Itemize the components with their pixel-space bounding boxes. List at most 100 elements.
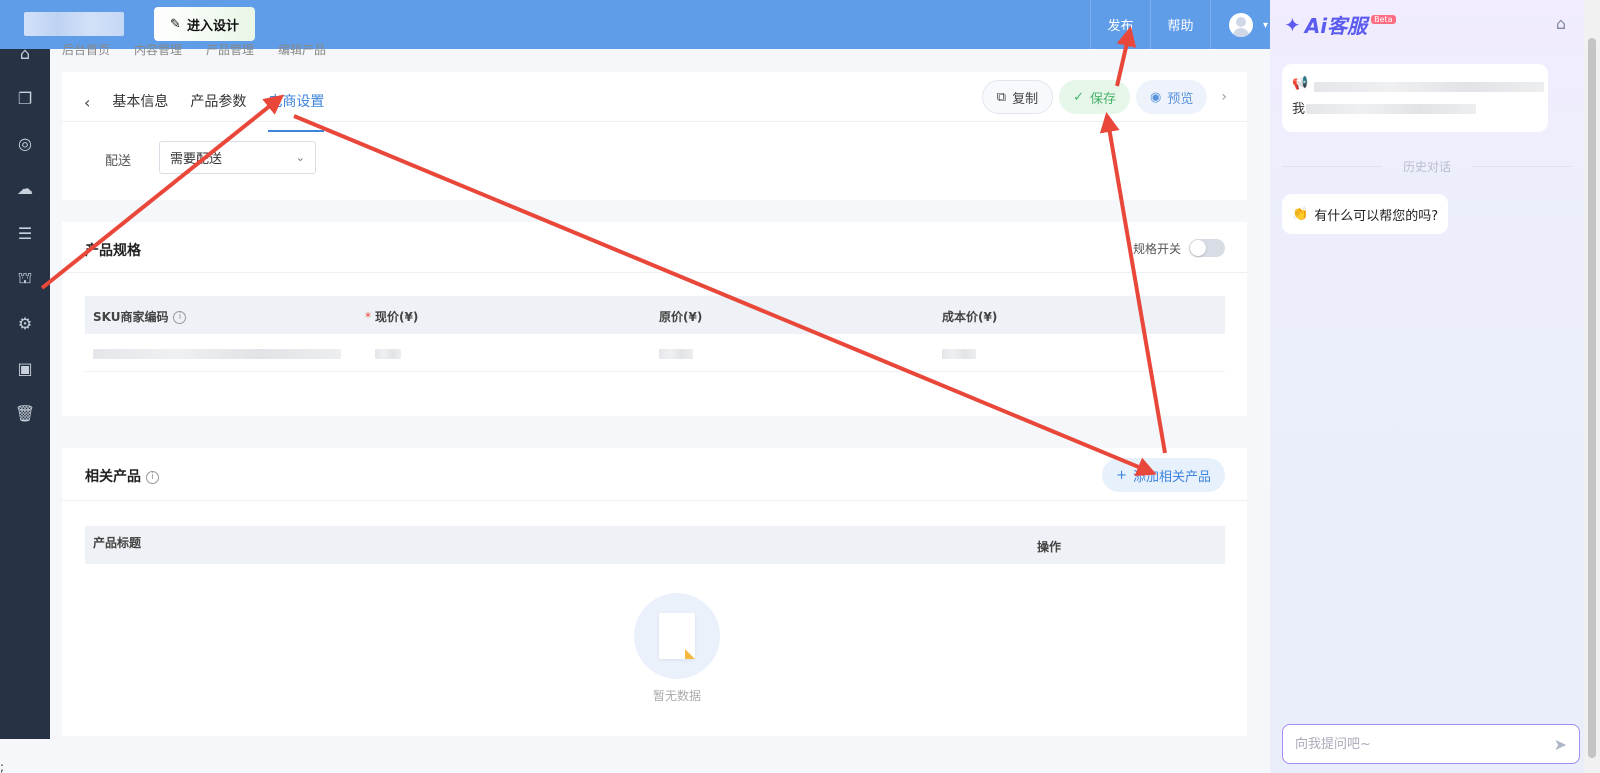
avatar — [1228, 12, 1253, 37]
section-title: 相关产品 i — [85, 466, 159, 486]
assistant-brand: Ai客服 — [1304, 14, 1368, 38]
enter-design-button[interactable]: ✎ 进入设计 — [154, 7, 255, 41]
spec-switch-group: 规格开关 — [1133, 239, 1225, 257]
publish-link[interactable]: 发布 — [1090, 0, 1150, 49]
info-icon[interactable]: i — [173, 311, 187, 324]
delivery-select[interactable]: 需要配送 ⌄ — [159, 141, 316, 174]
spec-table-header: SKU商家编码 i * 现价(¥) 原价(¥) 成本价(¥) — [85, 296, 1225, 334]
action-bar: ⧉ 复制 ✓ 保存 ◉ 预览 › — [981, 80, 1227, 114]
tab-bar: ‹ 基本信息 产品参数 电商设置 — [84, 84, 325, 132]
ai-assistant-panel: ✦ Ai客服 Beta ⌂ 📢 我 历史对话 👏 有什么可以帮您的吗? ➤ — [1270, 0, 1584, 773]
chat-input-box: ➤ — [1282, 724, 1580, 764]
check-circle-icon: ✓ — [1073, 89, 1085, 105]
divider — [62, 121, 1247, 122]
scrollbar-thumb[interactable] — [1588, 38, 1596, 758]
copy-label: 复制 — [1012, 91, 1039, 107]
breadcrumb-item: 编辑产品 — [278, 43, 327, 57]
divider — [62, 272, 1247, 273]
column-header: 原价(¥) — [659, 310, 703, 324]
list-icon[interactable]: ☰ — [0, 215, 50, 251]
column-header: SKU商家编码 i — [93, 308, 187, 325]
pages-icon[interactable]: ❐ — [0, 80, 50, 116]
chevron-down-icon: ▾ — [1262, 20, 1268, 31]
assistant-logo: ✦ Ai客服 Beta — [1284, 10, 1396, 39]
history-divider[interactable]: 历史对话 — [1282, 158, 1572, 175]
terminal-icon[interactable]: ▣ — [0, 350, 50, 386]
shop-bag-icon[interactable]: ⛫ — [0, 260, 50, 296]
product-spec-card: 产品规格 规格开关 SKU商家编码 i * 现价(¥) 原价(¥) 成本价(¥) — [62, 222, 1247, 416]
message-prefix: 我 — [1292, 102, 1306, 117]
empty-illustration — [634, 593, 720, 679]
related-products-card: 相关产品 i + 添加相关产品 产品标题 操作 暂无数据 — [62, 448, 1247, 736]
assistant-greeting: 👏 有什么可以帮您的吗? — [1282, 194, 1449, 234]
beta-badge: Beta — [1371, 15, 1396, 24]
copy-button[interactable]: ⧉ 复制 — [981, 80, 1054, 114]
chat-input[interactable] — [1295, 736, 1515, 752]
divider — [62, 500, 1247, 501]
assistant-message: 📢 我 — [1282, 64, 1548, 132]
preview-button[interactable]: ◉ 预览 — [1136, 80, 1208, 114]
add-related-label: 添加相关产品 — [1132, 469, 1211, 485]
chat-icon[interactable]: ☁ — [0, 170, 50, 206]
gear-icon[interactable]: ⚙ — [0, 305, 50, 341]
info-icon[interactable]: i — [146, 470, 159, 484]
required-mark: * — [365, 310, 371, 324]
breadcrumb-item[interactable]: 产品管理 — [206, 40, 254, 60]
breadcrumb-item[interactable]: 后台首页 — [62, 40, 110, 60]
column-header: 产品标题 — [93, 536, 142, 550]
spec-switch-label: 规格开关 — [1132, 241, 1181, 256]
tab-basic-info[interactable]: 基本信息 — [112, 84, 168, 120]
clap-icon: 👏 — [1292, 206, 1309, 222]
sidebar: ⌂ ❐ ◎ ☁ ☰ ⛫ ⚙ ▣ 🗑 — [0, 44, 50, 739]
back-chevron-icon[interactable]: ‹ — [84, 93, 90, 112]
sku-code-cell[interactable] — [93, 349, 341, 359]
save-label: 保存 — [1090, 91, 1117, 107]
column-header: 成本价(¥) — [942, 310, 998, 324]
empty-text: 暂无数据 — [652, 689, 701, 703]
product-settings-card: ‹ 基本信息 产品参数 电商设置 ⧉ 复制 ✓ 保存 ◉ 预览 › 配送 需要配… — [62, 72, 1247, 200]
planet-icon[interactable]: ◎ — [0, 125, 50, 161]
delivery-value: 需要配送 — [170, 152, 223, 167]
tab-product-params[interactable]: 产品参数 — [190, 84, 246, 120]
column-header: * 现价(¥) — [365, 310, 419, 324]
table-row — [85, 334, 1225, 372]
copy-icon: ⧉ — [996, 89, 1007, 105]
document-icon — [659, 613, 695, 659]
related-table-header: 产品标题 操作 — [85, 526, 1225, 564]
empty-state: 暂无数据 — [622, 593, 732, 704]
current-price-cell[interactable] — [375, 349, 401, 359]
spec-toggle[interactable] — [1189, 239, 1225, 257]
blurred-text — [1314, 82, 1544, 92]
top-nav: 发布 帮助 ▾ — [1090, 0, 1270, 49]
trash-icon[interactable]: 🗑 — [0, 395, 50, 431]
chevron-right-icon[interactable]: › — [1221, 89, 1227, 105]
user-menu[interactable]: ▾ — [1210, 0, 1270, 49]
greeting-text: 有什么可以帮您的吗? — [1314, 208, 1439, 224]
eye-icon: ◉ — [1150, 89, 1162, 105]
add-related-product-button[interactable]: + 添加相关产品 — [1102, 458, 1225, 492]
megaphone-icon: 📢 — [1292, 76, 1309, 91]
breadcrumb-item[interactable]: 内容管理 — [134, 40, 182, 60]
original-price-cell[interactable] — [659, 349, 693, 359]
edit-icon: ✎ — [170, 16, 181, 32]
send-icon[interactable]: ➤ — [1554, 735, 1567, 754]
breadcrumb: 后台首页 内容管理 产品管理 编辑产品 — [62, 40, 326, 60]
cost-price-cell[interactable] — [942, 349, 976, 359]
plus-icon: + — [1116, 467, 1127, 483]
sparkle-icon: ✦ — [1284, 12, 1301, 37]
tab-ecommerce-settings[interactable]: 电商设置 — [268, 84, 325, 132]
chevron-down-icon: ⌄ — [295, 151, 305, 164]
home-icon[interactable]: ⌂ — [0, 35, 50, 71]
delivery-label: 配送 — [105, 154, 132, 169]
section-title: 产品规格 — [85, 243, 141, 259]
scrollbar[interactable] — [1584, 0, 1600, 773]
blurred-text — [1306, 104, 1476, 114]
enter-design-label: 进入设计 — [186, 18, 239, 34]
column-header: 操作 — [1037, 540, 1062, 554]
site-logo[interactable] — [24, 12, 124, 36]
help-link[interactable]: 帮助 — [1150, 0, 1210, 49]
save-button[interactable]: ✓ 保存 — [1059, 80, 1131, 114]
basket-icon[interactable]: ⌂ — [1556, 14, 1566, 33]
stray-text: ; — [0, 760, 5, 773]
preview-label: 预览 — [1167, 91, 1194, 107]
